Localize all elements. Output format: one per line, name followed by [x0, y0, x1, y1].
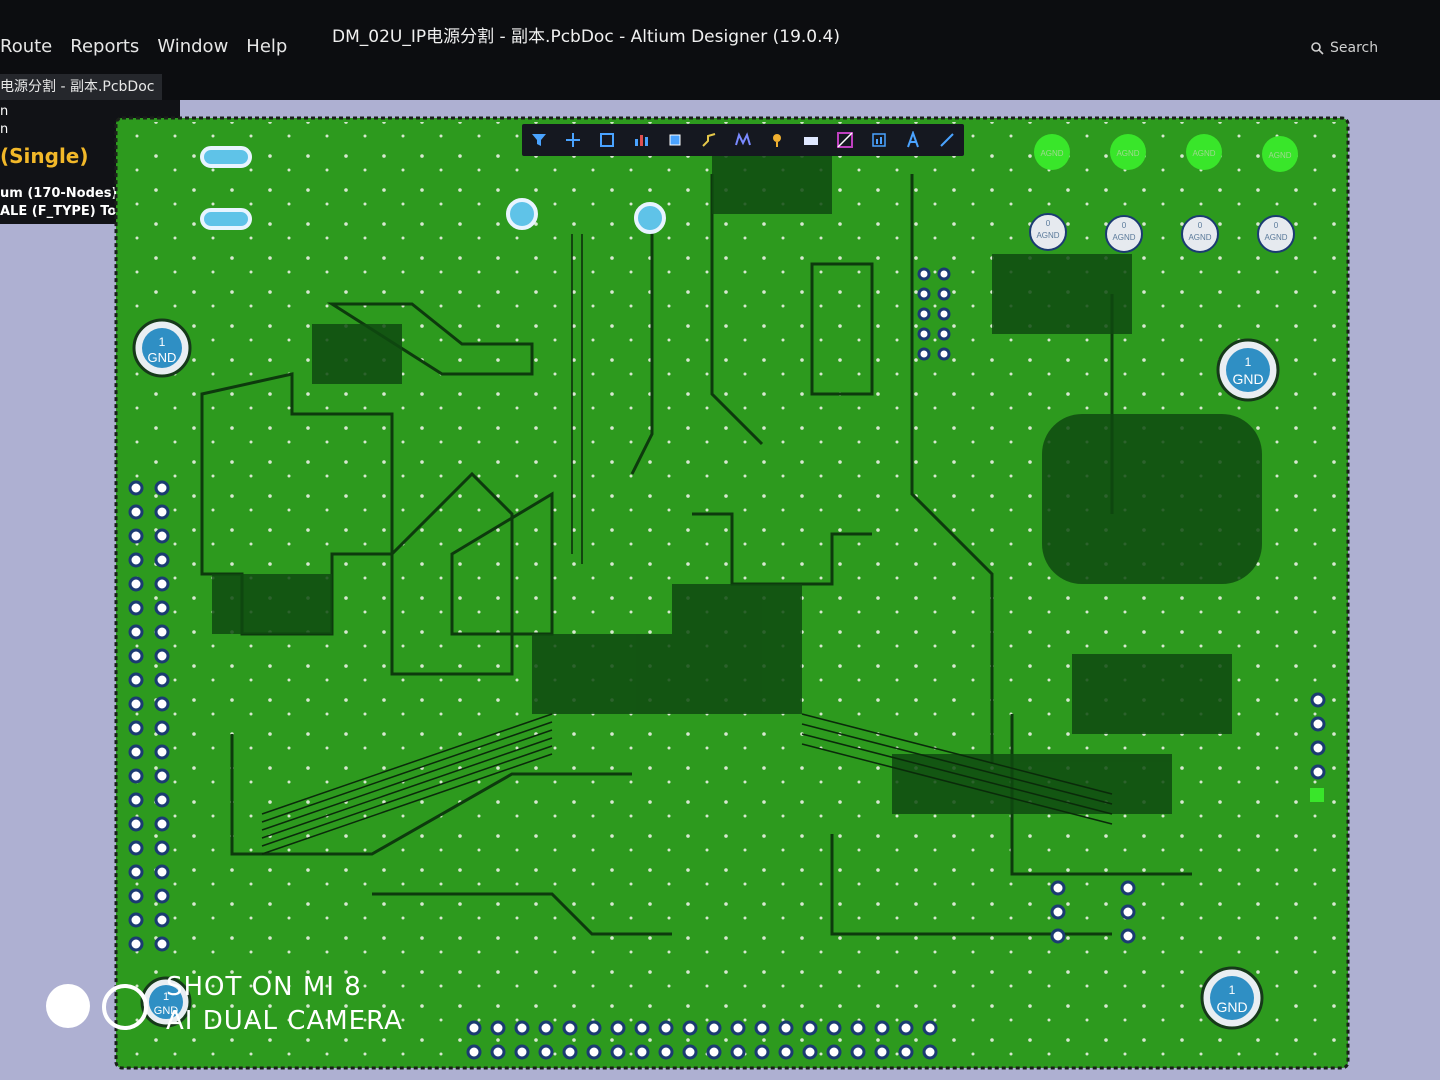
agnd-number: 0 [1046, 219, 1051, 228]
agnd-pad-white[interactable]: 0 AGND [1029, 213, 1067, 251]
net-info: um (170-Nodes) [0, 186, 118, 201]
gnd-marker-number: 1 [1229, 983, 1236, 997]
agnd-pad-white[interactable]: 0 AGND [1257, 215, 1295, 253]
line-button[interactable] [937, 130, 957, 150]
place-pin-button[interactable] [767, 130, 787, 150]
agnd-pad-green[interactable]: AGND [1034, 134, 1070, 170]
gnd-marker-net: GND [1232, 371, 1263, 387]
watermark-line2: AI DUAL CAMERA [166, 1006, 403, 1036]
panel-line: n [0, 122, 9, 137]
component-icon [804, 137, 818, 145]
menu-bar: Route Reports Window Help [0, 36, 287, 57]
select-button[interactable] [597, 130, 617, 150]
agnd-pad-green[interactable]: AGND [1110, 134, 1146, 170]
agnd-label: AGND [1040, 149, 1063, 158]
filter-icon [532, 134, 546, 146]
pin-icon [773, 134, 781, 147]
window-title: DM_02U_IP电源分割 - 副本.PcbDoc - Altium Desig… [332, 27, 840, 47]
crosshair-button[interactable] [563, 130, 583, 150]
agnd-net: AGND [1264, 233, 1287, 242]
watermark-dot-icon [46, 984, 90, 1028]
agnd-number: 0 [1274, 221, 1279, 230]
agnd-label: AGND [1192, 149, 1215, 158]
selection-mode: (Single) [0, 144, 89, 168]
line-icon [940, 133, 954, 147]
pcb-active-bar [522, 124, 964, 156]
gnd-marker[interactable]: 1 GND [1200, 966, 1264, 1030]
filter-button[interactable] [529, 130, 549, 150]
report-icon [872, 133, 886, 147]
route-button[interactable] [699, 130, 719, 150]
selected-pad[interactable] [1310, 788, 1324, 802]
agnd-pad-white[interactable]: 0 AGND [1181, 215, 1219, 253]
route-icon [702, 133, 716, 147]
menu-reports[interactable]: Reports [70, 36, 139, 57]
menu-help[interactable]: Help [246, 36, 287, 57]
dimension-icon [837, 132, 853, 148]
agnd-pad-white[interactable]: 0 AGND [1105, 215, 1143, 253]
place-component-button[interactable] [801, 130, 821, 150]
agnd-net: AGND [1188, 233, 1211, 242]
agnd-net: AGND [1036, 231, 1059, 240]
agnd-pad-green[interactable]: AGND [1186, 134, 1222, 170]
agnd-net: AGND [1112, 233, 1135, 242]
gnd-marker-net: GND [1216, 999, 1247, 1015]
gnd-marker[interactable]: 1 GND [1216, 338, 1280, 402]
panel-line: n [0, 104, 9, 119]
gnd-marker-number: 1 [159, 335, 166, 349]
gnd-marker-number: 1 [1245, 355, 1252, 369]
chip-icon [669, 134, 681, 146]
menu-route[interactable]: Route [0, 36, 52, 57]
agnd-number: 0 [1122, 221, 1127, 230]
align-button[interactable] [631, 130, 651, 150]
document-tab[interactable]: 电源分割 - 副本.PcbDoc [0, 74, 163, 100]
menu-window[interactable]: Window [157, 36, 228, 57]
interactive-route-icon [735, 132, 751, 146]
select-rect-icon [600, 133, 614, 147]
interactive-route-button[interactable] [733, 130, 753, 150]
search-box[interactable]: Search [1310, 40, 1378, 56]
crosshair-icon [566, 133, 580, 147]
gnd-marker-net: GND [148, 350, 177, 365]
search-icon [1311, 42, 1324, 55]
watermark-line1: SHOT ON MI 8 [166, 972, 362, 1002]
chart-icon [635, 135, 648, 146]
report-button[interactable] [869, 130, 889, 150]
watermark-ring-icon [102, 984, 148, 1030]
agnd-number: 0 [1198, 221, 1203, 230]
gnd-marker[interactable]: 1 GND [132, 318, 192, 378]
dimension-button[interactable] [835, 130, 855, 150]
pcb-canvas[interactable]: 1 GND 1 GND 1 GND 1 GND AGND AGND AGND A… [112, 114, 1352, 1072]
component-button[interactable] [665, 130, 685, 150]
text-icon [907, 131, 919, 148]
title-bar: Route Reports Window Help DM_02U_IP电源分割 … [0, 0, 1440, 100]
search-label: Search [1330, 40, 1379, 56]
text-button[interactable] [903, 130, 923, 150]
agnd-label: AGND [1268, 151, 1291, 160]
agnd-label: AGND [1116, 149, 1139, 158]
agnd-pad-green[interactable]: AGND [1262, 136, 1298, 172]
